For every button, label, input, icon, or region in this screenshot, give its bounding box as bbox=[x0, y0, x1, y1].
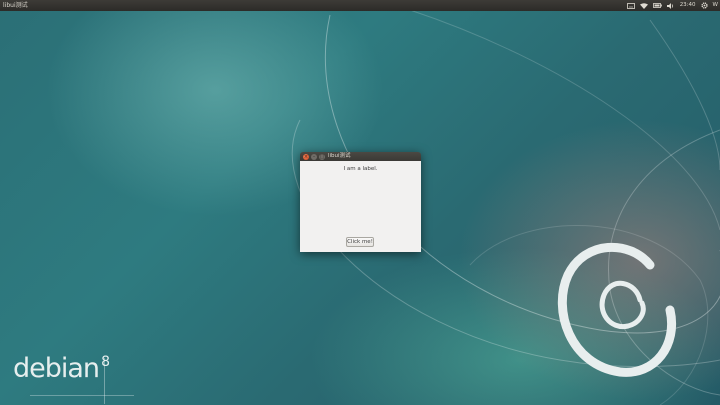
top-panel: libui测试 23:40 W bbox=[0, 0, 720, 11]
wifi-icon[interactable] bbox=[639, 0, 648, 11]
window-title-bar[interactable]: × – □ libui测试 bbox=[300, 152, 421, 161]
debian-logo-text: debian bbox=[13, 353, 100, 384]
debian-swirl-icon bbox=[557, 242, 676, 377]
window-content: I am a label. Click me! bbox=[300, 161, 421, 252]
debian-version-number: 8 bbox=[101, 354, 110, 370]
window-maximize-button[interactable]: □ bbox=[319, 153, 325, 160]
window-minimize-button[interactable]: – bbox=[311, 153, 317, 160]
app-window: × – □ libui测试 I am a label. Click me! bbox=[300, 152, 421, 252]
minimize-icon: – bbox=[312, 153, 316, 160]
maximize-icon: □ bbox=[319, 153, 325, 160]
panel-app-title[interactable]: libui测试 bbox=[3, 0, 28, 11]
window-title: libui测试 bbox=[328, 153, 351, 159]
panel-clock[interactable]: 23:40 bbox=[680, 0, 696, 11]
battery-icon[interactable] bbox=[652, 0, 662, 11]
panel-user-name[interactable]: W bbox=[713, 0, 718, 11]
gear-icon[interactable] bbox=[700, 0, 708, 11]
logo-divider-vertical bbox=[104, 358, 105, 404]
window-label: I am a label. bbox=[343, 166, 378, 172]
debian-logo: debian 8 bbox=[13, 352, 110, 386]
close-icon: × bbox=[303, 153, 309, 160]
logo-divider-horizontal bbox=[30, 395, 134, 396]
window-close-button[interactable]: × bbox=[303, 153, 309, 160]
volume-icon[interactable] bbox=[666, 0, 675, 11]
keyboard-icon[interactable] bbox=[626, 0, 635, 11]
panel-indicators: 23:40 W bbox=[626, 0, 718, 11]
click-me-button[interactable]: Click me! bbox=[346, 237, 374, 247]
